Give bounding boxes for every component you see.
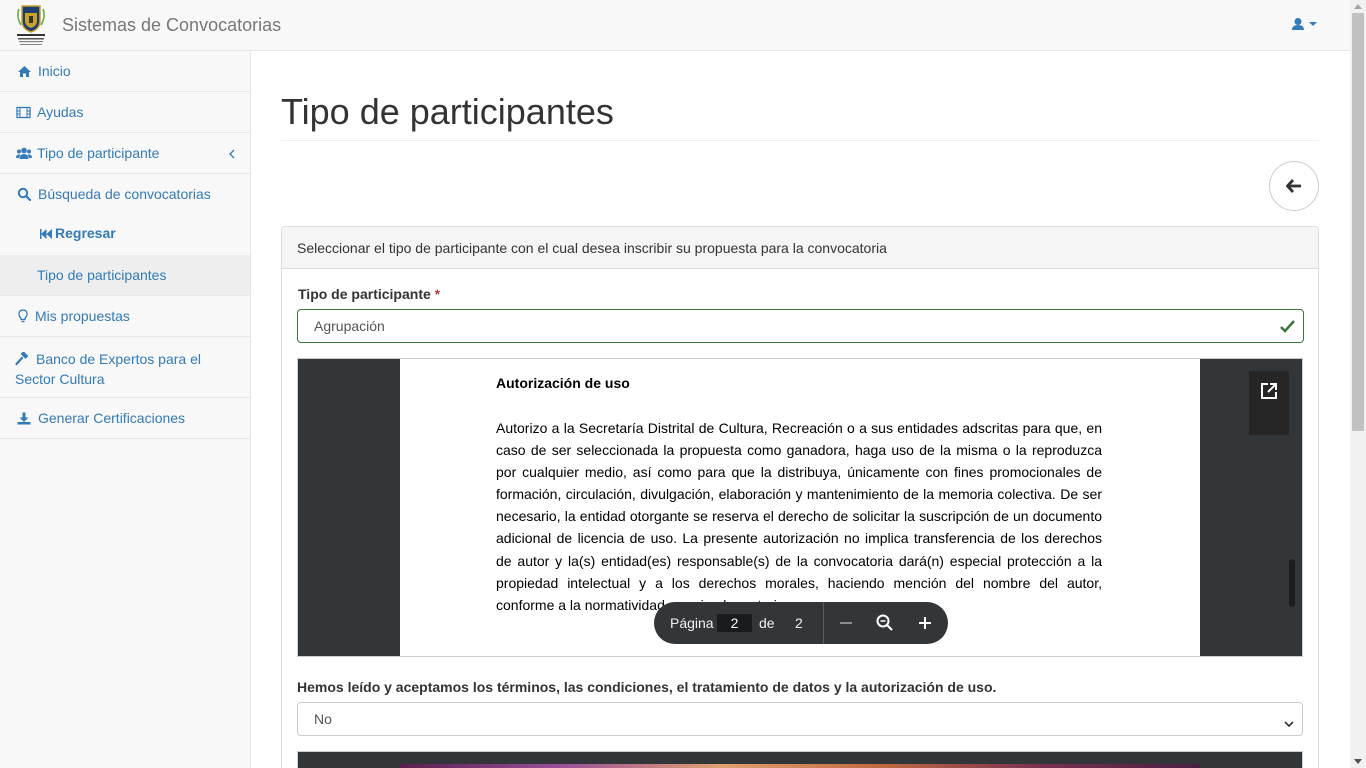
page-label: Página xyxy=(670,615,714,631)
check-icon xyxy=(1280,319,1296,333)
sidebar-item-label: Ayudas xyxy=(37,104,84,120)
pdf-viewer-secondary[interactable] xyxy=(297,751,1303,768)
zoom-icon xyxy=(876,614,893,631)
scroll-up-icon[interactable] xyxy=(1354,4,1362,9)
users-icon xyxy=(16,147,32,161)
required-mark: * xyxy=(434,286,441,302)
pdf-toolbar: Página 2 de 2 xyxy=(654,602,948,644)
panel-heading: Seleccionar el tipo de participante con … xyxy=(282,227,1318,269)
sidebar-item-label: Generar Certificaciones xyxy=(38,410,186,426)
app-title[interactable]: Sistemas de Convocatorias xyxy=(62,15,281,36)
page-total: 2 xyxy=(795,615,803,631)
page-number-input[interactable]: 2 xyxy=(717,614,752,632)
zoom-out-button[interactable] xyxy=(836,613,856,633)
title-divider xyxy=(281,140,1319,141)
sidebar-item-tipo-participantes[interactable]: Tipo de participantes xyxy=(0,255,250,296)
fast-backward-icon xyxy=(40,227,53,241)
sidebar-item-regresar[interactable]: Regresar xyxy=(0,214,250,255)
sidebar-item-tipo-participante[interactable]: Tipo de participante xyxy=(0,133,250,174)
pdf-viewer[interactable]: Autorización de uso Autorizo a la Secret… xyxy=(297,358,1303,657)
sidebar: Inicio Ayudas Tipo de participante Búsqu… xyxy=(0,51,251,768)
sidebar-item-label: Búsqueda de convocatorias xyxy=(38,186,211,202)
page-title: Tipo de participantes xyxy=(281,91,614,132)
participant-type-value: Agrupación xyxy=(314,318,385,334)
user-icon xyxy=(1292,18,1317,30)
open-external-icon xyxy=(1261,383,1277,399)
pdf-heading: Autorización de uso xyxy=(496,375,630,391)
terms-select-value: No xyxy=(314,711,332,727)
scrollbar-thumb[interactable] xyxy=(1352,13,1364,431)
bogota-coat-of-arms-icon[interactable] xyxy=(13,3,49,47)
lightbulb-icon xyxy=(18,309,30,323)
pdf-body-text: Autorizo a la Secretaría Distrital de Cu… xyxy=(496,420,1102,613)
zoom-in-button[interactable] xyxy=(915,613,935,633)
sidebar-item-inicio[interactable]: Inicio xyxy=(0,51,250,92)
main-content: Tipo de participantes Seleccionar el tip… xyxy=(251,51,1350,768)
sidebar-item-label: Tipo de participante xyxy=(37,145,160,161)
chevron-down-icon xyxy=(1284,715,1294,728)
chevron-left-icon xyxy=(228,146,236,159)
sidebar-item-label: Regresar xyxy=(55,225,116,241)
home-icon xyxy=(17,65,33,79)
toolbar-divider xyxy=(823,602,824,644)
download-icon xyxy=(17,412,33,426)
sidebar-item-busqueda[interactable]: Búsqueda de convocatorias xyxy=(0,174,250,214)
back-button[interactable] xyxy=(1269,161,1319,211)
participant-panel: Seleccionar el tipo de participante con … xyxy=(281,226,1319,768)
film-icon xyxy=(16,106,32,120)
open-external-button[interactable] xyxy=(1249,371,1289,435)
sidebar-item-banco-expertos[interactable]: Banco de Expertos para el Sector Cultura xyxy=(0,337,250,398)
arrow-left-icon xyxy=(1286,179,1301,193)
sidebar-item-label: Banco de Expertos para el Sector Cultura xyxy=(15,351,201,387)
scroll-down-icon[interactable] xyxy=(1354,759,1362,764)
terms-label: Hemos leído y aceptamos los términos, la… xyxy=(297,679,997,695)
sidebar-item-label: Mis propuestas xyxy=(35,308,130,324)
sidebar-item-mis-propuestas[interactable]: Mis propuestas xyxy=(0,296,250,337)
search-icon xyxy=(17,187,33,202)
pdf-page-image xyxy=(400,764,1200,768)
minus-icon xyxy=(840,622,852,624)
plus-icon xyxy=(919,617,931,629)
terms-select[interactable]: No xyxy=(297,702,1303,736)
participant-type-label: Tipo de participante * xyxy=(298,286,441,302)
fit-zoom-button[interactable] xyxy=(875,613,895,633)
page-scrollbar[interactable] xyxy=(1350,0,1366,768)
user-menu-toggle[interactable] xyxy=(1292,17,1320,33)
sidebar-item-generar-certificaciones[interactable]: Generar Certificaciones xyxy=(0,398,250,439)
participant-type-select[interactable]: Agrupación xyxy=(297,309,1304,343)
gavel-icon xyxy=(15,351,31,366)
page-of-label: de xyxy=(759,615,775,631)
top-navbar: Sistemas de Convocatorias xyxy=(0,0,1350,51)
pdf-scrollbar[interactable] xyxy=(1289,559,1295,607)
sidebar-item-label: Inicio xyxy=(38,63,71,79)
sidebar-item-ayudas[interactable]: Ayudas xyxy=(0,92,250,133)
sidebar-item-label: Tipo de participantes xyxy=(37,267,167,283)
